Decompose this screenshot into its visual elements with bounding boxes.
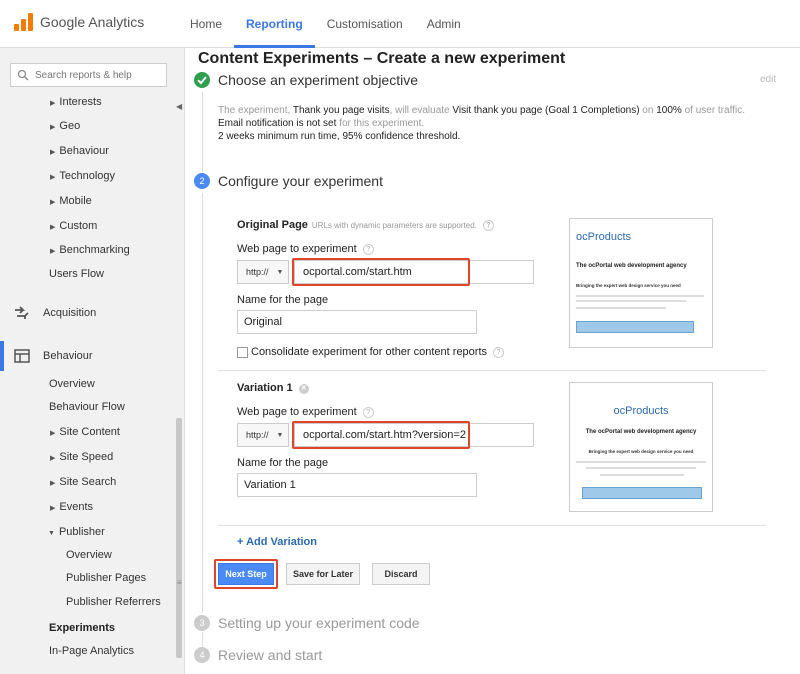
google-analytics-logo[interactable]: Google Analytics xyxy=(14,13,144,31)
step-connector xyxy=(202,632,203,647)
objective-summary: The experiment, Thank you page visits, w… xyxy=(218,105,745,142)
edit-link[interactable]: edit xyxy=(760,74,776,85)
triangle-right-icon: ▶ xyxy=(50,199,56,206)
original-name-input[interactable]: Original xyxy=(237,310,477,334)
triangle-right-icon: ▶ xyxy=(50,455,56,462)
sidebar-item-overview[interactable]: Overview xyxy=(49,378,95,390)
step4-number: 4 xyxy=(194,647,210,663)
triangle-right-icon: ▶ xyxy=(50,174,56,181)
dropdown-arrow-icon: ▼ xyxy=(276,431,284,439)
triangle-right-icon: ▶ xyxy=(50,430,56,437)
sidebar-item-site-speed[interactable]: ▶ Site Speed xyxy=(50,451,113,463)
variation-name-label: Name for the page xyxy=(237,457,329,469)
highlight-box xyxy=(292,258,470,286)
main-nav: Home Reporting Customisation Admin xyxy=(178,0,473,48)
triangle-right-icon: ▶ xyxy=(50,100,56,107)
original-protocol-select[interactable]: http://▼ xyxy=(237,260,289,284)
nav-customisation[interactable]: Customisation xyxy=(315,0,415,48)
dropdown-arrow-icon: ▼ xyxy=(276,268,284,276)
divider xyxy=(218,370,766,371)
checkmark-icon xyxy=(194,72,210,88)
top-bar: Google Analytics Home Reporting Customis… xyxy=(0,0,800,48)
original-page-heading: Original Page URLs with dynamic parameter… xyxy=(237,219,494,231)
nav-admin[interactable]: Admin xyxy=(415,0,473,48)
search-box[interactable] xyxy=(10,63,167,87)
app-title: Google Analytics xyxy=(40,14,145,30)
triangle-right-icon: ▶ xyxy=(50,224,56,231)
triangle-right-icon: ▶ xyxy=(50,124,56,131)
step3-number: 3 xyxy=(194,615,210,631)
step2-number: 2 xyxy=(194,173,210,189)
main-content: Content Experiments – Create a new exper… xyxy=(186,48,800,674)
behaviour-icon xyxy=(14,349,30,363)
help-icon[interactable]: ? xyxy=(493,347,505,358)
nav-home[interactable]: Home xyxy=(178,0,234,48)
triangle-right-icon: ▶ xyxy=(50,505,56,512)
add-variation-link[interactable]: + Add Variation xyxy=(237,536,317,548)
triangle-right-icon: ▶ xyxy=(50,149,56,156)
step1-title: Choose an experiment objective xyxy=(218,72,419,88)
nav-reporting[interactable]: Reporting xyxy=(234,0,315,48)
triangle-right-icon: ▶ xyxy=(50,248,56,255)
triangle-right-icon: ▶ xyxy=(50,480,56,487)
consolidate-label: Consolidate experiment for other content… xyxy=(251,346,505,358)
step-connector xyxy=(202,92,203,172)
analytics-logo-icon xyxy=(14,13,34,31)
original-name-label: Name for the page xyxy=(237,294,329,306)
collapse-sidebar-icon[interactable]: ◀ xyxy=(176,102,182,111)
sidebar-item-publisher[interactable]: ▼ Publisher xyxy=(48,526,105,538)
sidebar-item-experiments[interactable]: Experiments xyxy=(49,622,115,634)
page-title: Content Experiments – Create a new exper… xyxy=(198,50,566,67)
step4-title: Review and start xyxy=(218,647,323,663)
sidebar-item-technology[interactable]: ▶ Technology xyxy=(50,170,115,182)
search-input[interactable] xyxy=(35,69,160,81)
sidebar-item-site-search[interactable]: ▶ Site Search xyxy=(50,476,116,488)
sidebar-item-users-flow[interactable]: Users Flow xyxy=(49,268,104,280)
sidebar-item-publisher-pages[interactable]: Publisher Pages xyxy=(66,572,146,584)
sidebar-section-behaviour[interactable]: Behaviour xyxy=(0,341,175,371)
triangle-down-icon: ▼ xyxy=(48,530,55,537)
sidebar-item-site-content[interactable]: ▶ Site Content xyxy=(50,426,120,438)
resize-grip-icon[interactable]: ≡ xyxy=(177,578,182,587)
sidebar-item-events[interactable]: ▶ Events xyxy=(50,501,93,513)
sidebar-item-behaviour-audience[interactable]: ▶ Behaviour xyxy=(50,145,109,157)
step2-title: Configure your experiment xyxy=(218,173,383,189)
help-icon[interactable]: ? xyxy=(482,220,494,231)
original-page-thumbnail: ocProducts The ocPortal web development … xyxy=(569,218,713,348)
acquisition-icon xyxy=(15,306,29,319)
next-step-button[interactable]: Next Step xyxy=(218,563,274,585)
sidebar: ◀ ▶Interests ▶Geo ▶Behaviour ▶Technology… xyxy=(0,48,185,674)
sidebar-item-in-page-analytics[interactable]: In-Page Analytics xyxy=(49,645,134,657)
search-icon xyxy=(17,69,29,81)
save-for-later-button[interactable]: Save for Later xyxy=(286,563,360,585)
sidebar-section-acquisition[interactable]: Acquisition xyxy=(0,298,175,328)
help-icon[interactable]: ? xyxy=(362,407,374,418)
sidebar-item-behaviour-flow[interactable]: Behaviour Flow xyxy=(49,401,125,413)
variation-name-input[interactable]: Variation 1 xyxy=(237,473,477,497)
variation-protocol-select[interactable]: http://▼ xyxy=(237,423,289,447)
sidebar-item-publisher-overview[interactable]: Overview xyxy=(66,549,112,561)
step3-title: Setting up your experiment code xyxy=(218,615,420,631)
help-icon[interactable]: ? xyxy=(362,244,374,255)
divider xyxy=(218,525,766,526)
sidebar-item-mobile[interactable]: ▶ Mobile xyxy=(50,195,92,207)
sidebar-item-geo[interactable]: ▶ Geo xyxy=(50,120,80,132)
variation-page-thumbnail: ocProducts The ocPortal web development … xyxy=(569,382,713,512)
remove-variation-icon[interactable]: ✕ xyxy=(298,384,309,394)
sidebar-item-custom[interactable]: ▶ Custom xyxy=(50,220,97,232)
discard-button[interactable]: Discard xyxy=(372,563,430,585)
consolidate-checkbox[interactable] xyxy=(237,347,248,358)
sidebar-item-publisher-referrers[interactable]: Publisher Referrers xyxy=(66,596,161,608)
sidebar-item-benchmarking[interactable]: ▶ Benchmarking xyxy=(50,244,130,256)
sidebar-scrollbar[interactable] xyxy=(176,418,182,658)
variation-url-label: Web page to experiment? xyxy=(237,406,374,418)
original-url-label: Web page to experiment? xyxy=(237,243,374,255)
sidebar-item-interests[interactable]: ▶ Interests xyxy=(50,96,102,108)
variation-heading: Variation 1 ✕ xyxy=(237,382,309,394)
highlight-box xyxy=(292,421,470,449)
step-connector xyxy=(202,193,203,613)
